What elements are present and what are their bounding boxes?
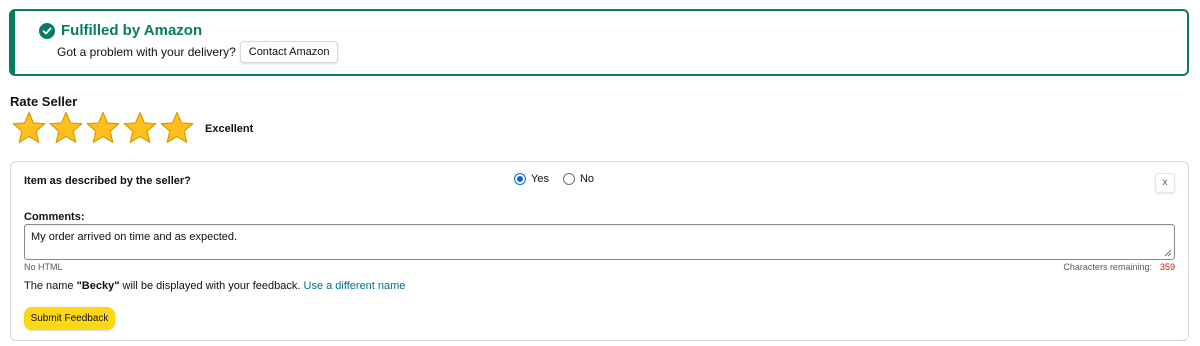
delivery-problem-row: Got a problem with your delivery? Contac… (57, 41, 339, 63)
display-name-line: The name "Becky" will be displayed with … (24, 279, 405, 293)
fulfilled-header: Fulfilled by Amazon (39, 22, 202, 40)
radio-option-no[interactable]: No (562, 172, 595, 186)
characters-remaining-label: Characters remaining: (1063, 262, 1152, 272)
item-described-radio-group: Yes No (514, 172, 594, 186)
star-icon-1[interactable] (11, 111, 47, 144)
star-icon-5[interactable] (159, 111, 195, 144)
star-icon-2[interactable] (48, 111, 84, 144)
comments-textarea[interactable]: My order arrived on time and as expected… (24, 224, 1175, 260)
fulfilled-by-amazon-banner: Fulfilled by Amazon Got a problem with y… (9, 9, 1189, 76)
characters-remaining-count: 359 (1159, 262, 1175, 272)
rating-label: Excellent (205, 123, 254, 135)
star-icon-3[interactable] (85, 111, 121, 144)
contact-amazon-button[interactable]: Contact Amazon (239, 41, 339, 63)
feedback-card: Item as described by the seller? Yes No … (10, 161, 1189, 341)
radio-no[interactable] (562, 173, 575, 185)
radio-no-label: No (579, 173, 595, 185)
star-rating[interactable] (11, 111, 195, 144)
comments-text: My order arrived on time and as expected… (31, 231, 238, 243)
item-described-question: Item as described by the seller? (24, 175, 191, 187)
radio-yes[interactable] (514, 173, 526, 185)
delivery-problem-text: Got a problem with your delivery? (57, 45, 236, 59)
check-circle-icon (39, 23, 55, 39)
radio-option-yes[interactable]: Yes (514, 172, 549, 186)
name-prefix: The name (24, 280, 74, 292)
rate-seller-title: Rate Seller (10, 94, 78, 109)
no-html-note: No HTML (24, 262, 63, 272)
name-suffix: will be displayed with your feedback. (122, 280, 301, 292)
use-different-name-link[interactable]: Use a different name (304, 280, 406, 292)
radio-yes-label: Yes (531, 173, 549, 185)
fulfilled-title: Fulfilled by Amazon (61, 22, 203, 39)
display-name: "Becky" (76, 280, 120, 292)
comments-label: Comments: (24, 211, 85, 223)
characters-remaining: Characters remaining: 359 (1063, 261, 1175, 273)
close-button[interactable]: x (1155, 173, 1175, 193)
star-icon-4[interactable] (122, 111, 158, 144)
submit-feedback-button[interactable]: Submit Feedback (24, 307, 115, 330)
resize-handle-icon[interactable] (1164, 249, 1172, 257)
